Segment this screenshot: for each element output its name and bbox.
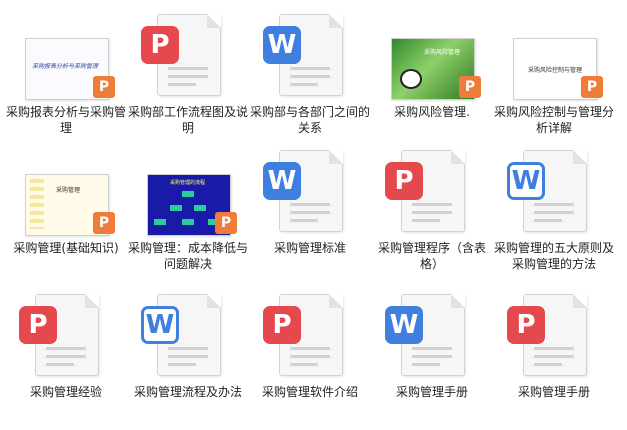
ppt-badge-icon: P xyxy=(459,76,481,98)
word-file-icon: W xyxy=(263,150,359,234)
flow-box xyxy=(182,219,194,225)
file-item[interactable]: 采购风险控制与管理 P 采购风险控制与管理分析详解 xyxy=(493,10,615,150)
file-item[interactable]: W 采购管理流程及办法 xyxy=(127,290,249,430)
thumb-text: 采购风险控制与管理 xyxy=(528,67,583,74)
flow-box xyxy=(194,205,206,211)
file-label: 采购管理经验 xyxy=(29,385,102,399)
file-item[interactable]: P 采购管理手册 xyxy=(493,290,615,430)
ppt-badge-icon: P xyxy=(581,76,603,98)
word-icon: W xyxy=(141,306,179,344)
pdf-icon: P xyxy=(263,306,301,344)
file-label: 采购风险管理. xyxy=(394,105,470,119)
panda-figure xyxy=(400,69,422,89)
word-file-icon: W xyxy=(141,294,237,378)
flow-box xyxy=(182,191,194,197)
file-item[interactable]: P 采购管理经验 xyxy=(5,290,127,430)
file-item[interactable]: W 采购部与各部门之间的关系 xyxy=(249,10,371,150)
presentation-file-icon: 采购管理 P xyxy=(19,150,115,236)
presentation-file-icon: 采购风险控制与管理 P xyxy=(507,14,603,100)
ppt-badge-icon: P xyxy=(93,76,115,98)
word-file-icon: W xyxy=(385,294,481,378)
ppt-badge-icon: P xyxy=(93,212,115,234)
file-item[interactable]: P 采购管理程序（含表格） xyxy=(371,146,493,286)
file-label: 采购管理(基础知识) xyxy=(13,241,119,255)
file-item[interactable]: W 采购管理手册 xyxy=(371,290,493,430)
flow-box xyxy=(170,205,182,211)
file-item[interactable]: P 采购部工作流程图及说明 xyxy=(127,10,249,150)
pdf-file-icon: P xyxy=(507,294,603,378)
file-grid: 采购报表分析与采购管理 P 采购报表分析与采购管理 P 采购部工作流程图及说明 xyxy=(0,0,627,427)
file-label: 采购报表分析与采购管理 xyxy=(5,105,126,135)
file-label: 采购管理的五大原则及采购管理的方法 xyxy=(493,241,614,271)
file-item[interactable]: W 采购管理标准 xyxy=(249,146,371,286)
file-label: 采购管理流程及办法 xyxy=(133,385,242,399)
file-label: 采购管理手册 xyxy=(395,385,468,399)
ppt-badge-icon: P xyxy=(215,212,237,234)
word-icon: W xyxy=(507,162,545,200)
file-label: 采购部与各部门之间的关系 xyxy=(249,105,370,135)
presentation-file-icon: 采购风险管理 P xyxy=(385,14,481,100)
file-item[interactable]: W 采购管理的五大原则及采购管理的方法 xyxy=(493,146,615,286)
file-label: 采购管理程序（含表格） xyxy=(377,241,486,271)
file-item[interactable]: P 采购管理软件介绍 xyxy=(249,290,371,430)
pdf-icon: P xyxy=(507,306,545,344)
thumb-text: 采购报表分析与采购管理 xyxy=(32,63,99,70)
thumb-table xyxy=(30,179,44,229)
file-label: 采购部工作流程图及说明 xyxy=(127,105,248,135)
pdf-file-icon: P xyxy=(385,150,481,234)
word-icon: W xyxy=(263,162,301,200)
pdf-file-icon: P xyxy=(141,14,237,98)
pdf-icon: P xyxy=(19,306,57,344)
file-label: 采购管理手册 xyxy=(517,385,590,399)
thumb-text: 采购管理的流程 xyxy=(170,180,206,186)
word-icon: W xyxy=(263,26,301,64)
file-label: 采购管理软件介绍 xyxy=(261,385,358,399)
file-label: 采购管理：成本降低与问题解决 xyxy=(127,241,248,271)
file-label: 采购管理标准 xyxy=(273,241,346,255)
file-item[interactable]: 采购风险管理 P 采购风险管理. xyxy=(371,10,493,150)
word-file-icon: W xyxy=(507,150,603,234)
presentation-file-icon: 采购管理的流程 P xyxy=(141,150,237,236)
file-label: 采购风险控制与管理分析详解 xyxy=(493,105,614,135)
presentation-file-icon: 采购报表分析与采购管理 P xyxy=(19,14,115,100)
flow-box xyxy=(154,219,166,225)
file-item[interactable]: 采购管理 P 采购管理(基础知识) xyxy=(5,146,127,286)
file-item[interactable]: 采购管理的流程 P 采购管理：成本降低与问题解决 xyxy=(127,146,249,286)
pdf-icon: P xyxy=(141,26,179,64)
pdf-file-icon: P xyxy=(19,294,115,378)
pdf-file-icon: P xyxy=(263,294,359,378)
file-item[interactable]: 采购报表分析与采购管理 P 采购报表分析与采购管理 xyxy=(5,10,127,150)
word-file-icon: W xyxy=(263,14,359,98)
pdf-icon: P xyxy=(385,162,423,200)
thumb-text: 采购管理 xyxy=(56,187,81,194)
thumb-text: 采购风险管理 xyxy=(424,49,461,56)
word-icon: W xyxy=(385,306,423,344)
